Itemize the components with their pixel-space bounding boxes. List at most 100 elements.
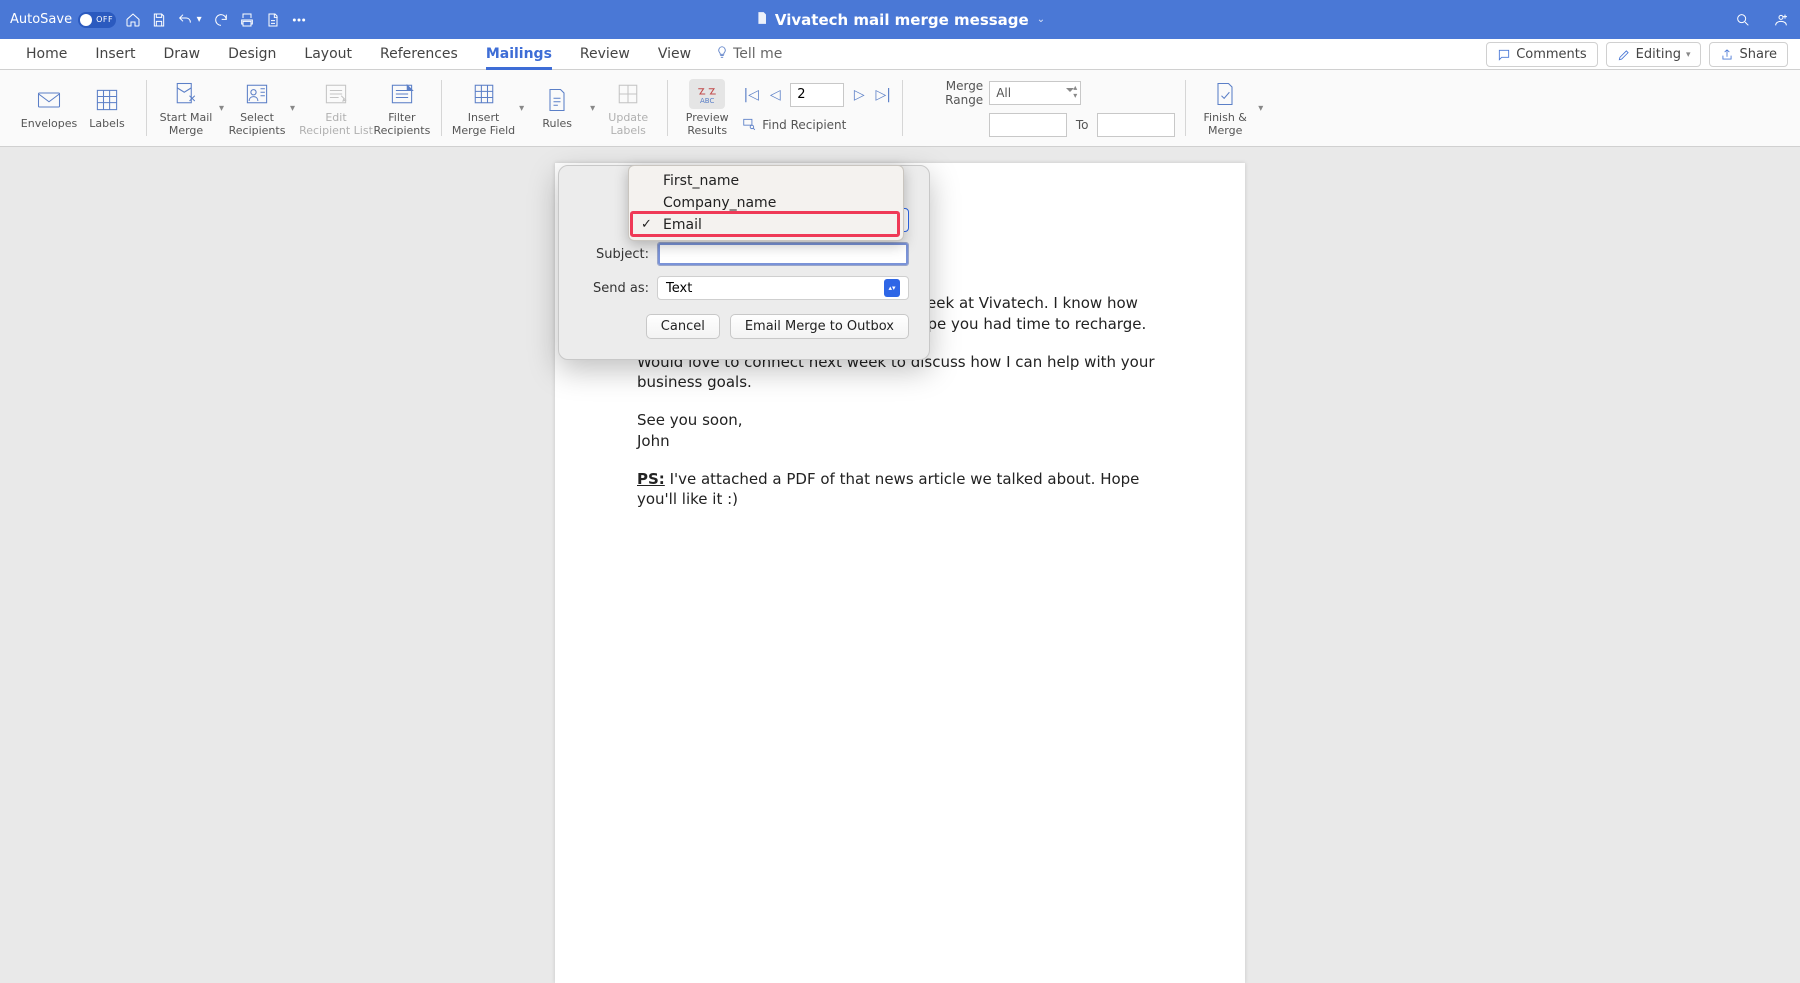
rules-icon — [543, 85, 571, 115]
toggle-state: OFF — [96, 15, 113, 24]
select-recipients-button[interactable]: Select Recipients — [228, 79, 286, 137]
autosave-toggle[interactable]: AutoSave OFF — [10, 12, 116, 28]
finish-merge-icon — [1211, 79, 1239, 109]
select-recipients-dropdown[interactable]: ▾ — [286, 103, 299, 114]
title-dropdown-icon[interactable]: ⌄ — [1037, 14, 1045, 25]
tab-review[interactable]: Review — [566, 40, 644, 69]
subject-input[interactable] — [657, 242, 909, 266]
first-record-icon[interactable]: |◁ — [742, 87, 760, 103]
merge-range-select[interactable]: All ▴▾ — [989, 81, 1081, 105]
tab-mailings[interactable]: Mailings — [472, 40, 566, 69]
ps-label: PS: — [637, 470, 665, 488]
signature-text: John — [637, 431, 1163, 451]
share-label: Share — [1739, 47, 1777, 62]
find-recipient-label: Find Recipient — [762, 118, 846, 132]
envelopes-label: Envelopes — [21, 117, 77, 130]
preview-results-label: Preview Results — [686, 111, 729, 137]
preview-results-button[interactable]: ABC Preview Results — [678, 70, 736, 146]
tab-draw[interactable]: Draw — [150, 40, 215, 69]
send-as-value: Text — [666, 281, 692, 296]
cancel-button[interactable]: Cancel — [646, 314, 720, 339]
pencil-icon — [1617, 48, 1631, 62]
select-recipients-icon — [243, 79, 271, 109]
insert-merge-field-button[interactable]: Insert Merge Field — [452, 79, 515, 137]
svg-text:ABC: ABC — [700, 97, 714, 105]
autosave-label: AutoSave — [10, 12, 72, 27]
prev-record-icon[interactable]: ◁ — [766, 87, 784, 103]
update-labels-icon — [614, 79, 642, 109]
dropdown-item-first-name[interactable]: First_name — [629, 170, 903, 192]
merge-from-input[interactable] — [989, 113, 1067, 137]
share-icon — [1720, 48, 1734, 62]
send-as-stepper-icon: ▴▾ — [884, 279, 900, 297]
start-mail-merge-dropdown[interactable]: ▾ — [215, 103, 228, 114]
tell-me-search[interactable]: Tell me — [705, 39, 792, 69]
insert-merge-field-label: Insert Merge Field — [452, 111, 515, 137]
share-activity-icon[interactable] — [1772, 11, 1790, 29]
tabs-right-actions: Comments Editing ▾ Share — [1486, 42, 1788, 69]
template-icon[interactable] — [264, 11, 282, 29]
rules-button[interactable]: Rules — [528, 85, 586, 130]
record-navigation: |◁ ◁ ▷ ▷| — [742, 83, 892, 107]
print-icon[interactable] — [238, 11, 256, 29]
finish-merge-button[interactable]: Finish & Merge — [1196, 79, 1254, 137]
merge-to-input[interactable] — [1097, 113, 1175, 137]
finish-merge-label: Finish & Merge — [1204, 111, 1247, 137]
rules-label: Rules — [542, 117, 572, 130]
document-title[interactable]: Vivatech mail merge message — [775, 11, 1029, 29]
home-icon[interactable] — [124, 11, 142, 29]
send-as-select[interactable]: Text ▴▾ — [657, 276, 909, 300]
start-mail-merge-label: Start Mail Merge — [160, 111, 213, 137]
save-icon[interactable] — [150, 11, 168, 29]
tab-insert[interactable]: Insert — [81, 40, 149, 69]
comments-button[interactable]: Comments — [1486, 42, 1597, 67]
tab-references[interactable]: References — [366, 40, 472, 69]
undo-dropdown-icon[interactable]: ▾ — [194, 14, 204, 25]
editing-button[interactable]: Editing ▾ — [1606, 42, 1702, 67]
search-icon[interactable] — [1734, 11, 1752, 29]
filter-recipients-button[interactable]: Filter Recipients — [373, 70, 431, 146]
finish-merge-dropdown[interactable]: ▾ — [1254, 103, 1267, 114]
tab-design[interactable]: Design — [214, 40, 290, 69]
subject-label: Subject: — [579, 247, 649, 262]
title-bar-right — [1734, 11, 1790, 29]
share-button[interactable]: Share — [1709, 42, 1788, 67]
bulb-icon — [715, 45, 729, 63]
tab-home[interactable]: Home — [12, 40, 81, 69]
more-icon[interactable] — [290, 11, 308, 29]
labels-button[interactable]: Labels — [78, 70, 136, 146]
dropdown-item-email[interactable]: Email — [629, 214, 903, 236]
toggle-track[interactable]: OFF — [78, 12, 116, 28]
last-record-icon[interactable]: ▷| — [874, 87, 892, 103]
find-recipient-button[interactable]: Find Recipient — [742, 117, 892, 134]
document-canvas: Hello Sarah, Really enjoyed our conversa… — [0, 147, 1800, 983]
ribbon-mailings: Envelopes Labels Start Mail Merge ▾ Sele… — [0, 70, 1800, 147]
merge-to-label: To — [1073, 118, 1091, 132]
redo-icon[interactable] — [212, 11, 230, 29]
title-bar: AutoSave OFF ▾ Vivatech mail merge messa… — [0, 0, 1800, 39]
record-number-input[interactable] — [790, 83, 844, 107]
title-bar-left: AutoSave OFF ▾ — [10, 11, 308, 29]
filter-icon — [388, 79, 416, 109]
insert-merge-field-dropdown[interactable]: ▾ — [515, 103, 528, 114]
merge-field-icon — [470, 79, 498, 109]
envelopes-button[interactable]: Envelopes — [20, 70, 78, 146]
ps-line: PS: I've attached a PDF of that news art… — [637, 469, 1163, 510]
closing-text: See you soon, — [637, 410, 1163, 430]
preview-icon: ABC — [689, 79, 725, 109]
rules-dropdown[interactable]: ▾ — [586, 103, 599, 114]
tab-view[interactable]: View — [644, 40, 705, 69]
send-as-label: Send as: — [579, 281, 649, 296]
ribbon-tabs: Home Insert Draw Design Layout Reference… — [0, 39, 1800, 70]
email-merge-button[interactable]: Email Merge to Outbox — [730, 314, 909, 339]
edit-recipient-list-button: Edit Recipient List — [299, 70, 373, 146]
editing-label: Editing — [1636, 47, 1681, 62]
undo-icon[interactable] — [176, 11, 194, 29]
comments-icon — [1497, 48, 1511, 62]
dropdown-item-company-name[interactable]: Company_name — [629, 192, 903, 214]
next-record-icon[interactable]: ▷ — [850, 87, 868, 103]
tab-layout[interactable]: Layout — [290, 40, 366, 69]
start-mail-merge-button[interactable]: Start Mail Merge — [157, 79, 215, 137]
ps-text: I've attached a PDF of that news article… — [637, 470, 1139, 508]
comments-label: Comments — [1516, 47, 1586, 62]
